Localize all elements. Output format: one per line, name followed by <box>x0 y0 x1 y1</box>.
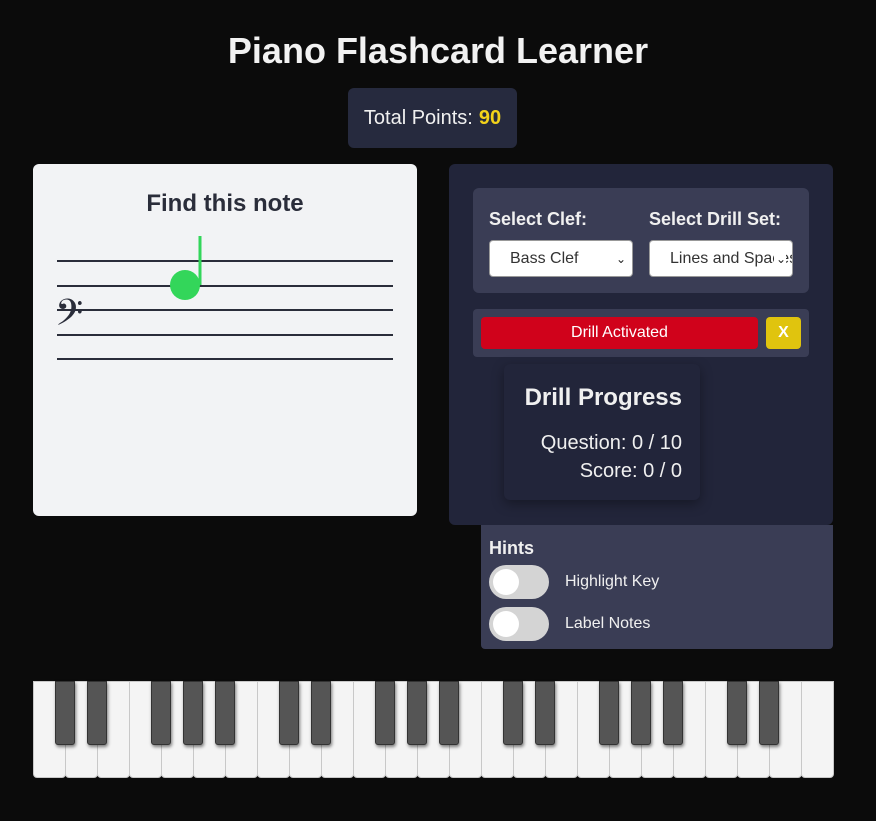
drill-activated-button[interactable]: Drill Activated <box>481 317 758 349</box>
black-key[interactable] <box>311 681 331 745</box>
highlight-key-label: Highlight Key <box>565 573 660 590</box>
clef-select-label: Select Clef: <box>489 209 588 229</box>
total-points-display: Total Points: 90 <box>348 88 517 148</box>
question-counter: Question: 0 / 10 <box>540 432 682 454</box>
black-key[interactable] <box>439 681 459 745</box>
music-staff: 𝄢 <box>55 236 393 360</box>
clef-select[interactable]: Bass Clef ⌄ <box>489 240 633 277</box>
black-key[interactable] <box>759 681 779 745</box>
black-key[interactable] <box>87 681 107 745</box>
chevron-down-icon: ⌄ <box>773 252 786 266</box>
clef-select-value: Bass Clef <box>510 249 579 267</box>
black-key[interactable] <box>375 681 395 745</box>
total-points-label: Total Points: <box>363 106 473 129</box>
drill-progress-title: Drill Progress <box>524 384 682 411</box>
toggle-knob <box>493 569 519 595</box>
note-head <box>170 270 200 300</box>
score-counter: Score: 0 / 0 <box>579 460 682 482</box>
hints-panel: Hints Highlight Key Label Notes <box>481 525 833 649</box>
highlight-key-toggle[interactable] <box>489 565 549 599</box>
hints-title: Hints <box>489 538 534 558</box>
drill-select-label: Select Drill Set: <box>649 209 782 229</box>
selector-group: Select Clef: Select Drill Set: Bass Clef… <box>473 188 809 293</box>
black-key[interactable] <box>503 681 523 745</box>
chevron-down-icon: ⌄ <box>613 252 626 266</box>
black-key[interactable] <box>535 681 555 745</box>
stop-drill-button[interactable]: X <box>766 317 801 349</box>
drill-progress-card: Drill Progress Question: 0 / 10 Score: 0… <box>504 364 700 500</box>
black-key[interactable] <box>631 681 651 745</box>
drill-control-bar: Drill Activated X <box>473 309 809 357</box>
label-notes-label: Label Notes <box>565 615 651 632</box>
black-key[interactable] <box>727 681 747 745</box>
bass-clef-icon: 𝄢 <box>55 292 83 343</box>
piano-keyboard <box>33 681 834 778</box>
control-panel: Select Clef: Select Drill Set: Bass Clef… <box>449 164 833 525</box>
black-key[interactable] <box>151 681 171 745</box>
label-notes-toggle[interactable] <box>489 607 549 641</box>
black-key[interactable] <box>599 681 619 745</box>
drill-set-select[interactable]: Lines and Spaces ⌄ <box>649 240 793 277</box>
total-points-value: 90 <box>478 106 502 129</box>
app-title: Piano Flashcard Learner <box>227 30 649 71</box>
black-key[interactable] <box>215 681 235 745</box>
black-key[interactable] <box>663 681 683 745</box>
black-key[interactable] <box>55 681 75 745</box>
black-key[interactable] <box>183 681 203 745</box>
flashcard: Find this note 𝄢 <box>33 164 417 516</box>
black-key[interactable] <box>407 681 427 745</box>
black-key[interactable] <box>279 681 299 745</box>
white-key[interactable] <box>801 681 834 778</box>
toggle-knob <box>493 611 519 637</box>
